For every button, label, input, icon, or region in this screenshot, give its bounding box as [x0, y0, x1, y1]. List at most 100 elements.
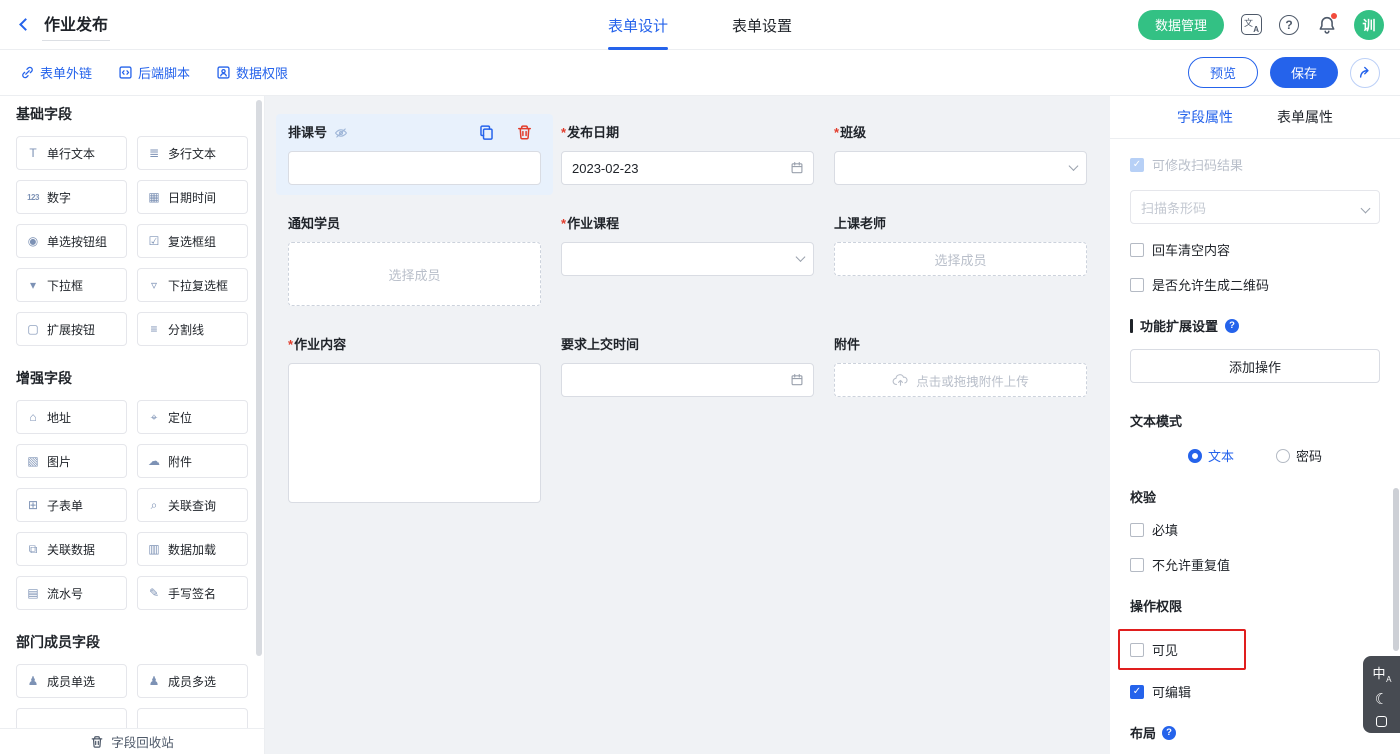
scan-type-select[interactable]: 扫描条形码: [1130, 190, 1380, 224]
sidebar-item-partial[interactable]: [16, 708, 127, 728]
checkbox-no-duplicate[interactable]: 不允许重复值: [1130, 555, 1380, 574]
homework-content-textarea[interactable]: [288, 363, 541, 503]
attachment-icon: ☁: [146, 454, 162, 468]
cloud-upload-icon: [892, 373, 909, 387]
tab-form-design[interactable]: 表单设计: [608, 0, 668, 50]
help-question-icon[interactable]: ?: [1225, 319, 1239, 333]
skin-icon[interactable]: [1376, 716, 1387, 727]
member-multi-icon: ♟: [146, 674, 162, 688]
publish-date-input[interactable]: 2023-02-23: [561, 151, 814, 185]
preview-button[interactable]: 预览: [1188, 57, 1258, 88]
sidebar-item-dropdown[interactable]: ▾下拉框: [16, 268, 127, 302]
sidebar-item-multi-line-text[interactable]: ≣多行文本: [137, 136, 248, 170]
sidebar-item-subform[interactable]: ⊞子表单: [16, 488, 127, 522]
dark-mode-moon-icon[interactable]: ☾: [1375, 692, 1388, 707]
add-action-button[interactable]: 添加操作: [1130, 349, 1380, 383]
sidebar-item-member-single[interactable]: ♟成员单选: [16, 664, 127, 698]
field-label: *作业课程: [561, 215, 814, 233]
language-toggle[interactable]: 中 A: [1372, 663, 1392, 683]
checkbox-editable[interactable]: 可编辑: [1130, 682, 1380, 701]
script-icon: [118, 65, 133, 80]
sidebar-item-address[interactable]: ⌂地址: [16, 400, 127, 434]
field-homework-course[interactable]: *作业课程: [561, 215, 814, 276]
data-permission-link[interactable]: 数据权限: [216, 63, 288, 82]
sidebar-item-location[interactable]: ⌖定位: [137, 400, 248, 434]
sidebar-item-checkbox-group[interactable]: ☑复选框组: [137, 224, 248, 258]
field-attachment[interactable]: 附件 点击或拖拽附件上传: [834, 336, 1087, 397]
radio-text-mode-text[interactable]: 文本: [1188, 446, 1234, 465]
sidebar-item-divider[interactable]: ≡分割线: [137, 312, 248, 346]
recycle-bin-button[interactable]: 字段回收站: [0, 728, 264, 754]
data-manage-button[interactable]: 数据管理: [1138, 10, 1224, 40]
translate-icon[interactable]: 文 A: [1241, 14, 1262, 35]
sidebar-scrollbar[interactable]: [256, 100, 262, 656]
sidebar-item-data-load[interactable]: ▥数据加载: [137, 532, 248, 566]
sidebar-item-related-data[interactable]: ⧉关联数据: [16, 532, 127, 566]
avatar[interactable]: 训: [1354, 10, 1384, 40]
field-due-time[interactable]: 要求上交时间: [561, 336, 814, 397]
field-label: 通知学员: [288, 215, 541, 233]
validation-title: 校验: [1130, 487, 1380, 506]
checkbox-icon: [1130, 643, 1144, 657]
back-button[interactable]: [16, 20, 30, 29]
delete-field-button[interactable]: [516, 124, 533, 141]
sidebar-item-member-multi[interactable]: ♟成员多选: [137, 664, 248, 698]
checkbox-icon: [1130, 278, 1144, 292]
dropdown-multiselect-icon: ▿: [146, 278, 162, 292]
share-button[interactable]: [1350, 58, 1380, 88]
help-question-icon[interactable]: ?: [1162, 726, 1176, 740]
checkbox-clear-on-enter[interactable]: 回车清空内容: [1130, 240, 1380, 259]
checkbox-checked-disabled-icon: [1130, 158, 1144, 172]
field-label: *发布日期: [561, 124, 814, 142]
sidebar-item-image[interactable]: ▧图片: [16, 444, 127, 478]
tab-form-settings[interactable]: 表单设置: [732, 0, 792, 50]
panel-scrollbar[interactable]: [1393, 488, 1399, 651]
tab-form-properties[interactable]: 表单属性: [1277, 96, 1333, 138]
field-teacher[interactable]: 上课老师 选择成员: [834, 215, 1087, 276]
sidebar-item-extend-button[interactable]: ▢扩展按钮: [16, 312, 127, 346]
field-publish-date[interactable]: *发布日期 2023-02-23: [561, 124, 814, 185]
tab-field-properties[interactable]: 字段属性: [1177, 96, 1233, 138]
extend-button-icon: ▢: [25, 322, 41, 336]
save-button[interactable]: 保存: [1270, 57, 1338, 88]
sidebar-item-signature[interactable]: ✎手写签名: [137, 576, 248, 610]
multi-line-text-icon: ≣: [146, 146, 162, 160]
field-notify-students[interactable]: 通知学员 选择成员: [288, 215, 541, 306]
checkbox-modify-scan-result[interactable]: 可修改扫码结果: [1130, 155, 1380, 174]
attachment-upload[interactable]: 点击或拖拽附件上传: [834, 363, 1087, 397]
due-time-input[interactable]: [561, 363, 814, 397]
sidebar-item-attachment[interactable]: ☁附件: [137, 444, 248, 478]
checkbox-required[interactable]: 必填: [1130, 520, 1380, 539]
form-external-link[interactable]: 表单外链: [20, 63, 92, 82]
homework-course-select[interactable]: [561, 242, 814, 276]
field-schedule-number[interactable]: 排课号: [288, 124, 541, 185]
sidebar-item-partial[interactable]: [137, 708, 248, 728]
floating-toolbar: 中 A ☾: [1363, 656, 1400, 733]
schedule-number-input[interactable]: [288, 151, 541, 185]
field-homework-content[interactable]: *作业内容: [288, 336, 541, 503]
sidebar-item-lookup-query[interactable]: ⌕关联查询: [137, 488, 248, 522]
radio-text-mode-password[interactable]: 密码: [1276, 446, 1322, 465]
divider-icon: ≡: [146, 322, 162, 336]
help-icon[interactable]: ?: [1279, 15, 1299, 35]
text-mode-options: 文本 密码: [1130, 446, 1380, 465]
single-line-text-icon: T: [25, 146, 41, 160]
copy-field-button[interactable]: [478, 124, 495, 141]
teacher-picker[interactable]: 选择成员: [834, 242, 1087, 276]
sidebar-item-datetime[interactable]: ▦日期时间: [137, 180, 248, 214]
class-select[interactable]: [834, 151, 1087, 185]
sidebar-item-dropdown-multiselect[interactable]: ▿下拉复选框: [137, 268, 248, 302]
backend-script-link[interactable]: 后端脚本: [118, 63, 190, 82]
eye-off-icon: [334, 126, 348, 140]
notification-bell-icon[interactable]: [1316, 14, 1337, 35]
checkbox-visible[interactable]: 可见: [1130, 640, 1234, 659]
field-class[interactable]: *班级: [834, 124, 1087, 185]
notify-students-picker[interactable]: 选择成员: [288, 242, 541, 306]
annotation-highlight: 可见: [1118, 629, 1246, 670]
sidebar-item-radio-group[interactable]: ◉单选按钮组: [16, 224, 127, 258]
location-icon: ⌖: [146, 410, 162, 425]
sidebar-item-serial-number[interactable]: ▤流水号: [16, 576, 127, 610]
checkbox-allow-qrcode[interactable]: 是否允许生成二维码: [1130, 275, 1380, 294]
sidebar-item-single-line-text[interactable]: T单行文本: [16, 136, 127, 170]
sidebar-item-number[interactable]: 123数字: [16, 180, 127, 214]
